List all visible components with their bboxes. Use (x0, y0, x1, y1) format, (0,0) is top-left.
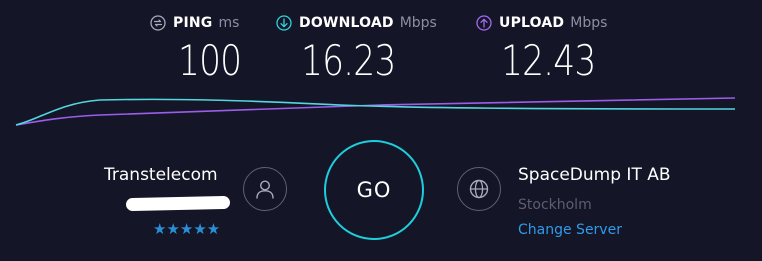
ping-unit: ms (218, 15, 240, 31)
download-value: 16.23 (301, 36, 396, 85)
upload-value: 12.43 (501, 36, 596, 85)
server-location: Stockholm (518, 197, 592, 213)
ping-value: 100 (178, 36, 242, 85)
isp-name: Transtelecom (104, 165, 218, 185)
ping-metric: PING ms 100 (150, 12, 242, 92)
go-button[interactable]: GO (324, 140, 424, 240)
ping-header: PING ms (150, 12, 239, 34)
ping-label: PING (173, 15, 213, 31)
go-button-label: GO (356, 178, 392, 202)
download-arrow-icon (276, 15, 292, 31)
redacted-ip-address (125, 195, 231, 212)
globe-icon (457, 167, 501, 211)
upload-label: UPLOAD (499, 15, 565, 31)
speed-graph (15, 97, 736, 126)
upload-unit: Mbps (570, 15, 608, 31)
download-header: DOWNLOAD Mbps (276, 12, 437, 34)
download-label: DOWNLOAD (299, 15, 394, 31)
download-unit: Mbps (399, 15, 437, 31)
user-icon (243, 167, 287, 211)
change-server-link[interactable]: Change Server (518, 222, 622, 238)
upload-metric: UPLOAD Mbps 12.43 (476, 12, 607, 92)
server-name: SpaceDump IT AB (518, 165, 671, 185)
upload-header: UPLOAD Mbps (476, 12, 607, 34)
upload-arrow-icon (476, 15, 492, 31)
isp-rating-stars[interactable]: ★★★★★ (153, 220, 220, 238)
upload-graph-line (15, 97, 736, 126)
ping-icon (150, 15, 166, 31)
download-graph-line (15, 98, 736, 126)
download-metric: DOWNLOAD Mbps 16.23 (276, 12, 437, 92)
